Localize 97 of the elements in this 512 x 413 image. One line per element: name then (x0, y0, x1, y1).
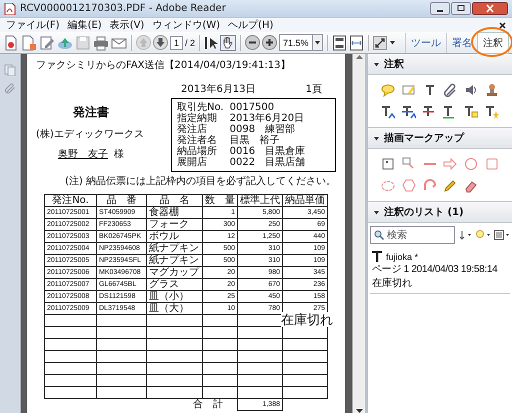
section-header[interactable]: 注釈のリスト (1) (368, 202, 512, 223)
menu-item[interactable]: ファイル(F) (6, 18, 60, 32)
page-label: 1頁 (306, 83, 322, 96)
text-icon (372, 251, 382, 262)
callout-icon[interactable] (381, 157, 396, 171)
edit-icon[interactable] (39, 34, 55, 50)
comment-date: ページ 1 2014/04/03 19:58:14 (372, 263, 498, 276)
more-caret-icon (388, 39, 396, 46)
annotation-text[interactable]: 在庫切れ (281, 312, 333, 327)
table-cell: 皿（大） (146, 302, 202, 314)
info-value: 0016 目黒倉庫 (230, 146, 306, 157)
menu-item[interactable]: 編集(E) (68, 18, 102, 32)
search-field[interactable]: 検索 (370, 226, 455, 244)
maximize-button[interactable] (451, 2, 471, 15)
fit-page-icon[interactable] (332, 34, 347, 50)
info-label: 発注者名 (177, 135, 218, 146)
search-icon (374, 230, 384, 240)
paperclip-icon[interactable] (4, 82, 16, 94)
document-title: 発注書 (73, 104, 109, 121)
table-cell: グラス (146, 278, 202, 290)
hand-icon[interactable] (220, 34, 236, 50)
column-header: 品 番 (96, 194, 146, 206)
company-name: (株)エディックワークス (36, 128, 145, 141)
toolbar-tab[interactable]: ツール (405, 32, 446, 52)
section-title: 注釈 (384, 57, 404, 71)
window-title: RCV0000012170303.PDF - Adobe Reader (20, 3, 226, 14)
section-header[interactable]: 注釈 (368, 54, 512, 75)
speech-bubble-icon[interactable] (381, 83, 396, 97)
info-value: 0098 練習部 (230, 124, 296, 135)
scroll-down-icon[interactable] (356, 409, 362, 413)
total-label: 合 計 (193, 399, 223, 410)
document-date: 2013年6月13日 (181, 83, 256, 96)
stamp-icon[interactable] (484, 83, 499, 97)
fit-width-icon[interactable] (348, 34, 364, 50)
honorific: 様 (114, 148, 124, 161)
comment-author: fujioka * (386, 252, 418, 262)
text-note-icon[interactable] (464, 105, 478, 119)
comment-item[interactable]: fujioka * ページ 1 2014/04/03 19:58:14 在庫切れ (370, 248, 510, 294)
section-header[interactable]: 描画マークアップ (368, 128, 512, 149)
table-cell: 皿（小） (146, 290, 202, 302)
menu-item[interactable]: 表示(V) (110, 18, 144, 32)
note-text: (注) 納品伝票には上記枠内の項目を必ず記入してください。 (64, 174, 336, 188)
text-star-icon[interactable] (484, 105, 499, 119)
print-icon[interactable] (93, 34, 109, 50)
info-value: 0022 目黒店舗 (230, 157, 306, 168)
comment-text: 在庫切れ (372, 276, 413, 290)
table-cell: 紙ナプキン (146, 242, 202, 254)
pdf-file-icon (4, 2, 16, 14)
table-cell: 紙ナプキン (146, 254, 202, 266)
column-header: 品 名 (146, 194, 202, 206)
info-label: 展開店 (177, 157, 208, 168)
close-icon[interactable] (499, 22, 506, 28)
toolbar-tab[interactable]: 注釈 (477, 32, 509, 54)
speaker-icon[interactable] (464, 83, 478, 97)
info-label: 納品場所 (177, 146, 218, 157)
table-cell: マグカップ (146, 266, 202, 278)
zoom-in-icon[interactable] (262, 35, 278, 50)
info-value: 2013年6月20日 (230, 113, 306, 124)
table-cell: ボウル (146, 230, 202, 242)
document-icon[interactable] (3, 34, 19, 50)
minimize-button[interactable] (430, 2, 450, 15)
eraser-icon[interactable] (464, 179, 478, 193)
page-number-field[interactable]: 1 (170, 36, 184, 50)
info-value: 目黒 裕子 (230, 135, 281, 146)
section-title: 描画マークアップ (384, 131, 464, 145)
scrollbar[interactable] (352, 54, 365, 413)
options-icon[interactable] (494, 230, 510, 240)
strikethrough-icon[interactable] (422, 105, 437, 119)
column-header: 納品単価 (282, 194, 328, 206)
insert-text-icon[interactable] (381, 105, 396, 119)
menu-item[interactable]: ウィンドウ(W) (152, 18, 220, 32)
document-plus-icon[interactable] (21, 34, 37, 50)
info-label: 指定納期 (177, 113, 218, 124)
table-cell: フォーク (146, 218, 202, 230)
recipient-name: 奥野 友子 (58, 148, 108, 161)
cursor-icon[interactable] (204, 34, 218, 50)
table-cell: 食器棚 (146, 206, 202, 218)
info-label: 発注店 (177, 124, 207, 135)
page-count: / 2 (185, 38, 196, 48)
sort-icon[interactable] (458, 230, 472, 240)
menu-item[interactable]: ヘルプ(H) (228, 18, 274, 32)
column-header: 標準上代 (238, 194, 282, 206)
column-header: 数 量 (202, 194, 238, 206)
section-title: 注釈のリスト (1) (384, 205, 464, 219)
info-value: 0017500 (230, 102, 276, 113)
caret-icon (314, 39, 321, 46)
zoom-field[interactable]: 71.5% (279, 34, 323, 51)
replace-text-icon[interactable] (402, 105, 416, 119)
expand-icon[interactable] (372, 36, 387, 50)
paperclip-icon[interactable] (443, 83, 458, 97)
column-header: 発注No. (44, 194, 96, 206)
pencil-icon[interactable] (443, 179, 458, 193)
highlighter-icon[interactable] (402, 83, 416, 97)
close-button[interactable] (472, 2, 508, 15)
zoom-out-icon[interactable] (245, 35, 260, 50)
info-label: 取引先No. (177, 102, 224, 113)
fax-header: ファクシミリからのFAX送信【2014/04/03/19:41:13】 (36, 58, 292, 72)
